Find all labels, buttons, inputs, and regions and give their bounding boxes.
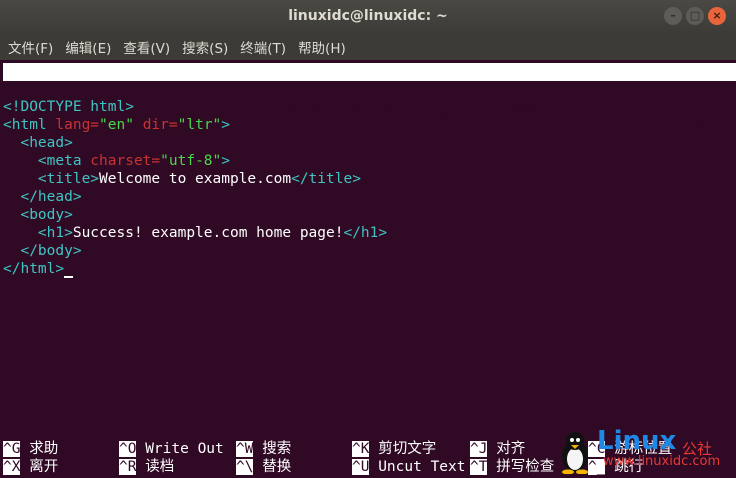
watermark-logo: Linux 公社 www.linuxidc.com [557, 426, 732, 474]
code-line: </body> [20, 243, 82, 259]
minimize-button[interactable]: – [664, 7, 682, 25]
shortcut-cut-text[interactable]: ^K 剪切文字 [352, 440, 436, 458]
penguin-icon [562, 432, 588, 474]
shortcut-uncut-text[interactable]: ^U Uncut Text [352, 458, 466, 476]
code-line: <head> [20, 135, 73, 151]
code-line: <html lang="en" dir="ltr"> [3, 117, 231, 133]
menu-search[interactable]: 搜索(S) [182, 37, 228, 57]
menu-view[interactable]: 查看(V) [123, 37, 170, 57]
code-line: <h1>Success! example.com home page!</h1> [37, 225, 388, 241]
window-title: linuxidc@linuxidc: ~ [288, 8, 448, 24]
shortcut-exit[interactable]: ^X 离开 [3, 458, 58, 476]
shortcut-read-file[interactable]: ^R 读档 [119, 458, 174, 476]
menu-edit[interactable]: 编辑(E) [65, 37, 111, 57]
menu-terminal[interactable]: 终端(T) [240, 37, 286, 57]
maximize-button[interactable]: □ [686, 7, 704, 25]
code-line: </head> [20, 189, 82, 205]
file-path: /var/www/example.com/public_html/index.h… [201, 100, 577, 116]
code-line: <!DOCTYPE html> [3, 99, 134, 115]
window-controls: – □ × [664, 7, 726, 25]
shortcut-replace[interactable]: ^\ 替换 [236, 458, 291, 476]
menu-help[interactable]: 帮助(H) [298, 37, 346, 57]
shortcut-write-out[interactable]: ^O Write Out [119, 440, 224, 458]
menu-file[interactable]: 文件(F) [8, 37, 53, 57]
watermark-url: www.linuxidc.com [603, 454, 721, 469]
code-line: <body> [20, 207, 73, 223]
modified-status: 已更改 [662, 118, 704, 134]
text-cursor [64, 276, 74, 278]
terminal-area[interactable]: GNU nano 2.9.3 /var/www/example.com/publ… [0, 61, 736, 478]
watermark-brand: Linux [597, 426, 677, 456]
menu-bar: 文件(F) 编辑(E) 查看(V) 搜索(S) 终端(T) 帮助(H) [0, 34, 736, 60]
shortcut-spell-check[interactable]: ^T 拼写检查 [470, 458, 554, 476]
terminal-window: linuxidc@linuxidc: ~ – □ × 文件(F) 编辑(E) 查… [0, 0, 736, 478]
code-line: <meta charset="utf-8"> [37, 153, 230, 169]
code-line: <title>Welcome to example.com</title> [37, 171, 361, 187]
nano-header: GNU nano 2.9.3 /var/www/example.com/publ… [3, 63, 736, 134]
shortcut-justify[interactable]: ^J 对齐 [470, 440, 525, 458]
title-bar[interactable]: linuxidc@linuxidc: ~ – □ × [0, 0, 736, 34]
nano-version: GNU nano 2.9.3 [20, 82, 143, 98]
close-button[interactable]: × [708, 7, 726, 25]
code-line: </html> [3, 260, 74, 278]
shortcut-help[interactable]: ^G 求助 [3, 440, 58, 458]
shortcut-search[interactable]: ^W 搜索 [236, 440, 291, 458]
